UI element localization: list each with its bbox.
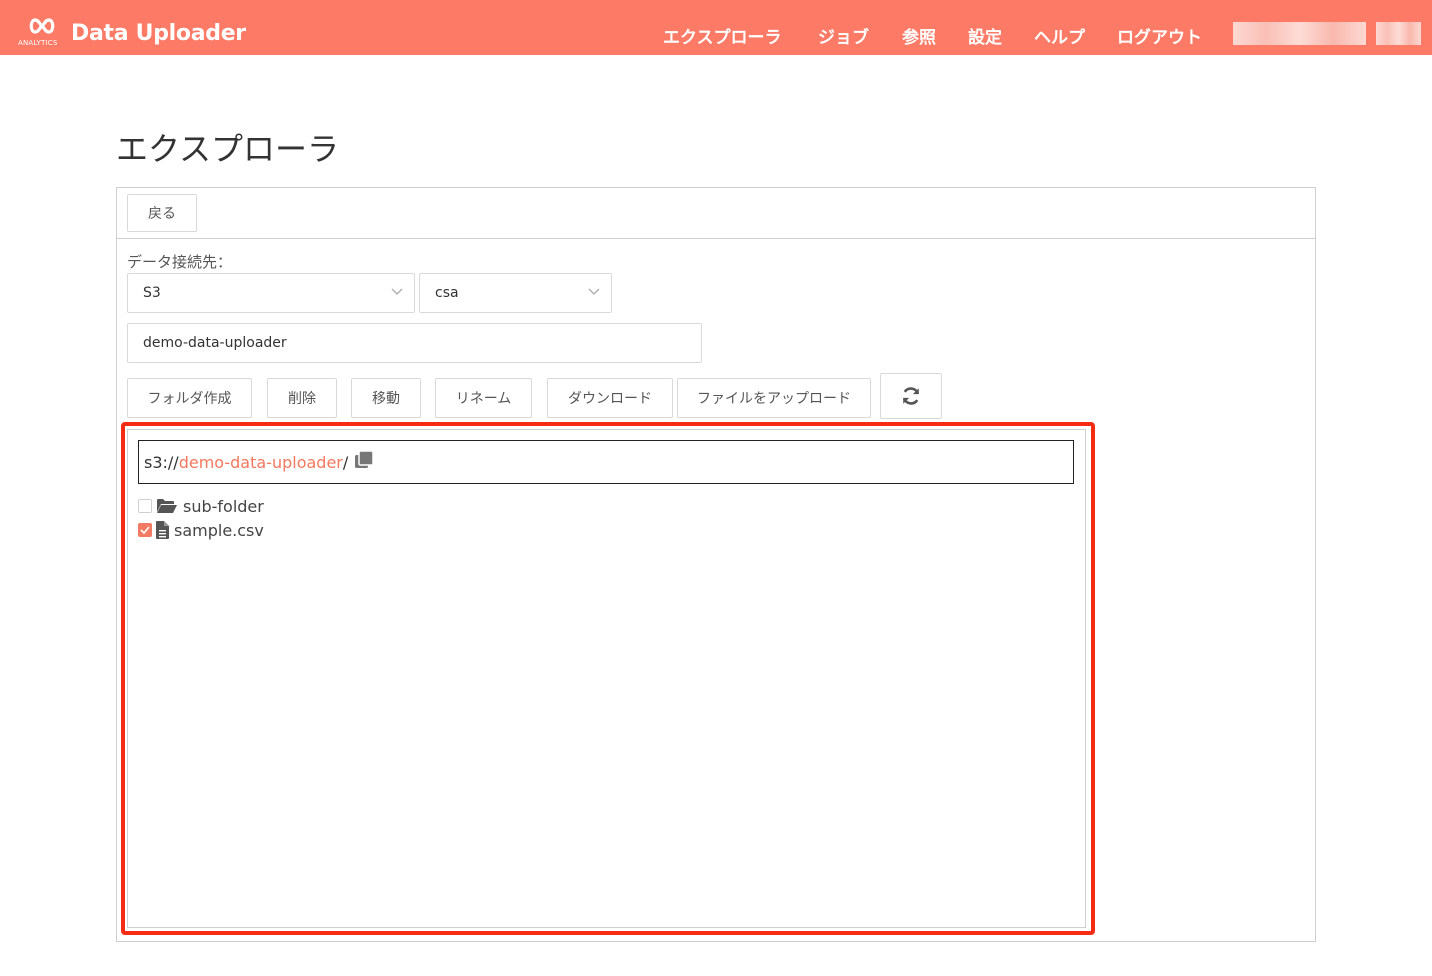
logo-subtext: ANALYTICS	[18, 39, 58, 47]
profile-select-value: csa	[435, 285, 459, 301]
file-name[interactable]: sample.csv	[174, 521, 264, 540]
create-folder-button[interactable]: フォルダ作成	[127, 378, 252, 418]
move-button[interactable]: 移動	[351, 378, 421, 418]
list-item[interactable]: sample.csv	[138, 520, 264, 540]
delete-button[interactable]: 削除	[267, 378, 337, 418]
check-icon	[140, 526, 150, 534]
nav-reference[interactable]: 参照	[902, 23, 936, 48]
brand-title[interactable]: Data Uploader	[71, 21, 246, 46]
rename-button[interactable]: リネーム	[435, 378, 532, 418]
path-bar: s3:// demo-data-uploader /	[138, 440, 1074, 484]
page-title: エクスプローラ	[116, 130, 340, 168]
path-prefix: s3://	[144, 452, 179, 472]
user-account-redacted	[1376, 22, 1421, 45]
nav-explorer[interactable]: エクスプローラ	[663, 23, 782, 48]
path-bucket-link[interactable]: demo-data-uploader	[179, 453, 343, 472]
nav-help[interactable]: ヘルプ	[1034, 23, 1085, 48]
service-select-value: S3	[143, 285, 161, 301]
folder-checkbox[interactable]	[138, 499, 152, 513]
service-select[interactable]: S3	[127, 273, 415, 313]
infinity-logo-icon	[29, 18, 55, 34]
download-button[interactable]: ダウンロード	[547, 378, 673, 418]
connection-label: データ接続先：	[127, 253, 233, 271]
file-explorer-area	[127, 429, 1086, 928]
chevron-down-icon	[391, 288, 403, 295]
folder-name[interactable]: sub-folder	[183, 497, 264, 516]
nav-jobs[interactable]: ジョブ	[818, 23, 869, 48]
list-item[interactable]: sub-folder	[138, 496, 264, 516]
panel-toolbar	[117, 188, 1315, 239]
file-text-icon	[156, 521, 169, 539]
user-name-redacted	[1233, 22, 1366, 45]
chevron-down-icon	[588, 288, 600, 295]
path-suffix: /	[342, 452, 349, 472]
back-button[interactable]: 戻る	[127, 194, 197, 232]
nav-settings[interactable]: 設定	[968, 23, 1002, 48]
refresh-button[interactable]	[880, 373, 942, 419]
file-checkbox-checked[interactable]	[138, 523, 152, 537]
nav-logout[interactable]: ログアウト	[1117, 23, 1202, 48]
upload-file-button[interactable]: ファイルをアップロード	[677, 378, 871, 418]
bucket-field[interactable]: demo-data-uploader	[127, 323, 702, 363]
refresh-icon	[902, 387, 920, 405]
bucket-field-value: demo-data-uploader	[143, 335, 287, 351]
top-navbar: ANALYTICS Data Uploader エクスプローラ ジョブ 参照 設…	[0, 0, 1432, 55]
folder-open-icon	[157, 499, 177, 513]
copy-icon[interactable]	[354, 450, 374, 470]
logo[interactable]: ANALYTICS	[18, 16, 68, 50]
profile-select[interactable]: csa	[419, 273, 612, 313]
